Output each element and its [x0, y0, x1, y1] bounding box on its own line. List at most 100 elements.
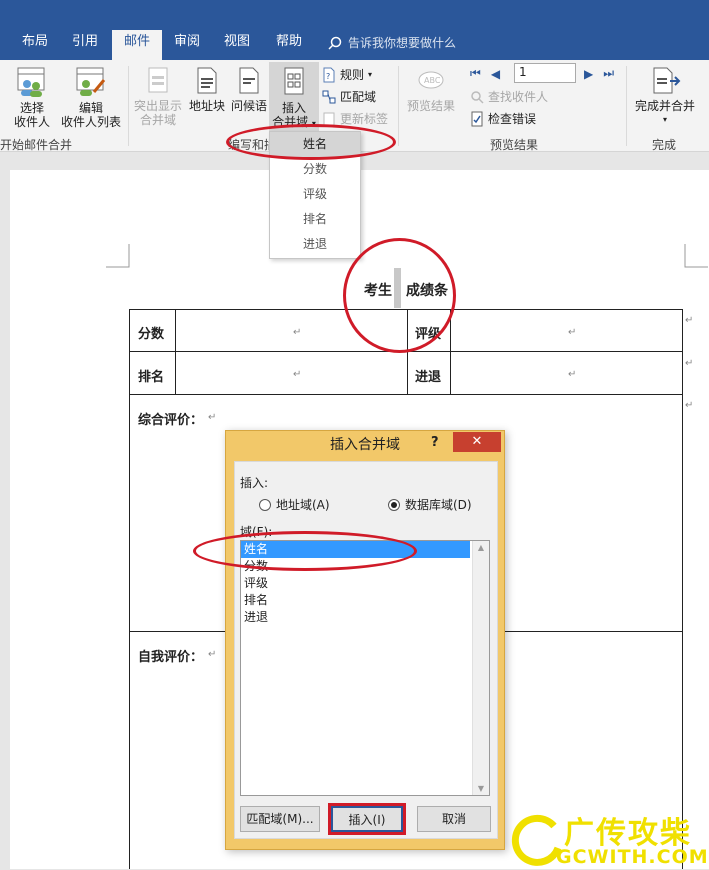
dropdown-item-rank[interactable]: 排名 [270, 207, 360, 232]
cancel-button[interactable]: 取消 [417, 806, 491, 832]
radio-circle-selected [388, 498, 400, 511]
radio-database-label: 数据库域(D) [405, 498, 472, 512]
next-record-icon[interactable]: ▶ [584, 67, 593, 81]
finish-merge-icon [653, 67, 681, 94]
merge-field-placeholder [394, 268, 401, 308]
first-record-icon[interactable]: ⏮ [470, 66, 481, 81]
insert-merge-field-icon [284, 67, 304, 95]
field-item-change[interactable]: 进退 [241, 609, 470, 626]
highlight-merge-fields-button[interactable]: 突出显示 合并域 [132, 66, 184, 127]
scroll-down-icon[interactable]: ▼ [473, 784, 489, 793]
highlight-label-2: 合并域 [139, 113, 176, 127]
fields-listbox[interactable]: 姓名 分数 评级 排名 进退 ▲ ▼ [240, 540, 490, 796]
greeting-line-button[interactable]: 问候语 [228, 66, 270, 113]
insert-merge-field-button[interactable]: 插入 合并域 ▾ [269, 62, 319, 132]
dropdown-item-change[interactable]: 进退 [270, 232, 360, 257]
scroll-up-icon[interactable]: ▲ [473, 543, 489, 552]
margin-mark [106, 244, 130, 268]
rules-button[interactable]: ? 规则 ▾ [322, 66, 372, 83]
record-nav-left: ⏮ ◀ [470, 66, 500, 81]
record-number-input[interactable]: 1 [514, 63, 576, 83]
table-border [407, 309, 408, 394]
finish-merge-label: 完成并合并 [634, 99, 695, 113]
find-recipient-icon [471, 90, 484, 104]
svg-text:ABC: ABC [424, 76, 441, 85]
check-errors-button[interactable]: 检查错误 [470, 110, 536, 127]
table-border [175, 309, 176, 394]
tab-view[interactable]: 视图 [216, 30, 258, 58]
tab-review[interactable]: 审阅 [166, 30, 208, 58]
preview-results-button[interactable]: ABC 预览结果 [402, 66, 460, 113]
match-fields-dialog-button[interactable]: 匹配域(M)... [240, 806, 320, 832]
margin-mark [684, 244, 708, 268]
highlight-label-1: 突出显示 [133, 99, 182, 113]
watermark-site: GCWITH.COM [556, 846, 709, 868]
update-labels-icon [323, 112, 335, 125]
highlight-fields-icon [148, 67, 168, 93]
update-labels-label: 更新标签 [340, 112, 389, 126]
address-block-button[interactable]: 地址块 [186, 66, 228, 113]
dropdown-item-score[interactable]: 分数 [270, 157, 360, 182]
group-preview-results: 预览结果 [490, 138, 539, 152]
chevron-down-icon: ▾ [662, 115, 667, 124]
cell-label-change: 进退 [415, 370, 442, 385]
tab-help[interactable]: 帮助 [268, 30, 310, 58]
ribbon-tab-bar: 布局 引用 邮件 审阅 视图 帮助 告诉我你想要做什么 [0, 0, 709, 60]
tab-references[interactable]: 引用 [64, 30, 106, 58]
edit-recipients-label-1: 编辑 [78, 101, 103, 115]
select-recipients-button[interactable]: 选择 收件人 [4, 66, 60, 129]
match-fields-button[interactable]: 匹配域 [322, 88, 376, 105]
paragraph-mark: ↵ [568, 369, 577, 380]
radio-address-label: 地址域(A) [276, 498, 330, 512]
tab-mailings[interactable]: 邮件 [112, 30, 162, 60]
table-border [129, 309, 683, 310]
table-border [129, 351, 683, 352]
check-errors-label: 检查错误 [488, 112, 537, 126]
match-fields-icon [322, 90, 336, 103]
radio-address-field[interactable]: 地址域(A) [259, 496, 330, 513]
tab-layout[interactable]: 布局 [14, 30, 56, 58]
paragraph-mark: ↵ [568, 327, 577, 338]
tell-me-box[interactable]: 告诉我你想要做什么 [328, 34, 456, 51]
greeting-line-icon [239, 67, 259, 94]
dialog-body: 插入: 地址域(A) 数据库域(D) 域(F): 姓名 分数 评级 排名 进退 … [234, 461, 498, 839]
paragraph-mark: ↵ [685, 358, 694, 369]
tell-me-text: 告诉我你想要做什么 [348, 36, 457, 50]
fields-label: 域(F): [240, 525, 273, 539]
cell-label-rank: 排名 [138, 370, 165, 385]
group-start-mail-merge: 开始邮件合并 [0, 138, 73, 152]
field-item-name[interactable]: 姓名 [241, 541, 470, 558]
select-recipients-label-2: 收件人 [13, 115, 50, 129]
edit-recipients-button[interactable]: 编辑 收件人列表 [58, 66, 124, 129]
table-border [682, 309, 683, 869]
insert-type-label: 插入: [240, 476, 269, 490]
record-nav-right: ▶ ⏭ [584, 66, 614, 81]
merge-field-dropdown: 姓名 分数 评级 排名 进退 [269, 131, 361, 259]
field-item-grade[interactable]: 评级 [241, 575, 470, 592]
table-border [450, 309, 451, 394]
radio-database-field[interactable]: 数据库域(D) [388, 496, 472, 513]
update-labels-button[interactable]: 更新标签 [322, 110, 388, 127]
help-icon[interactable]: ? [431, 435, 439, 450]
previous-record-icon[interactable]: ◀ [491, 67, 500, 81]
overall-evaluation-label: 综合评价： [138, 413, 204, 428]
group-finish: 完成 [652, 138, 677, 152]
chevron-down-icon: ▾ [311, 119, 316, 128]
preview-results-icon: ABC [418, 71, 444, 89]
close-icon[interactable]: ✕ [453, 432, 501, 452]
dropdown-item-name[interactable]: 姓名 [270, 132, 360, 157]
find-recipient-button[interactable]: 查找收件人 [470, 88, 548, 105]
paragraph-mark: ↵ [293, 369, 302, 380]
last-record-icon[interactable]: ⏭ [603, 66, 614, 81]
find-recipient-label: 查找收件人 [488, 90, 549, 104]
table-border [129, 394, 683, 395]
insert-button[interactable]: 插入(I) [331, 806, 403, 832]
field-item-score[interactable]: 分数 [241, 558, 470, 575]
field-item-rank[interactable]: 排名 [241, 592, 470, 609]
listbox-scrollbar[interactable]: ▲ ▼ [472, 541, 489, 795]
radio-circle [259, 498, 271, 511]
paragraph-mark: ↵ [685, 315, 694, 326]
paragraph-mark: ↵ [293, 327, 302, 338]
finish-merge-button[interactable]: 完成并合并 ▾ [630, 66, 700, 127]
dropdown-item-grade[interactable]: 评级 [270, 182, 360, 207]
